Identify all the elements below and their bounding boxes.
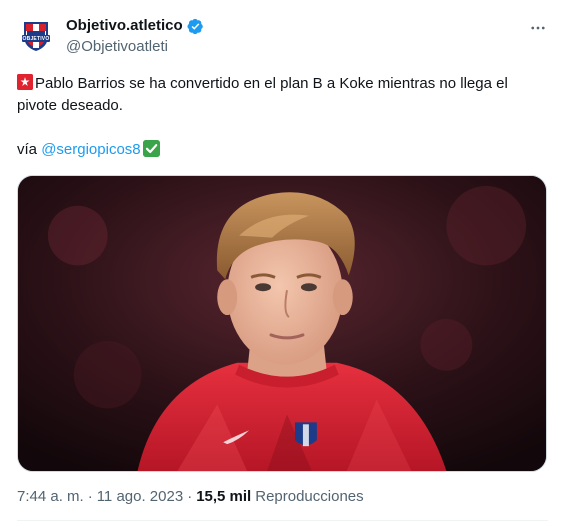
more-options-button[interactable]	[528, 18, 548, 38]
via-prefix: vía	[17, 141, 42, 158]
tweet-card[interactable]: OBJETIVO Objetivo.atletico @Objetivoatle…	[0, 0, 565, 524]
bottom-divider	[17, 520, 548, 521]
check-mark-emoji-icon	[142, 140, 160, 157]
views-label: Reproducciones	[255, 488, 364, 505]
tweet-text: Pablo Barrios se ha convertido en el pla…	[17, 73, 549, 161]
tweet-paragraph-via: vía @sergiopicos8	[17, 139, 549, 161]
meta-separator: ·	[87, 488, 93, 505]
verified-badge-icon[interactable]	[187, 18, 204, 35]
tweet-paragraph-main: Pablo Barrios se ha convertido en el pla…	[17, 73, 549, 117]
author-avatar[interactable]: OBJETIVO	[16, 14, 56, 54]
red-flag-emoji-icon	[17, 74, 33, 90]
more-options-icon	[531, 26, 545, 30]
author-handle[interactable]: @Objetivoatleti	[66, 37, 168, 57]
player-photo-image	[18, 176, 546, 471]
tweet-main-text: Pablo Barrios se ha convertido en el pla…	[17, 75, 508, 114]
tweet-time[interactable]: 7:44 a. m.	[17, 487, 84, 507]
mention-link[interactable]: @sergiopicos8	[41, 141, 140, 158]
tweet-date[interactable]: 11 ago. 2023	[97, 487, 183, 507]
meta-separator-2: ·	[187, 488, 193, 505]
avatar-crest-icon	[16, 14, 56, 54]
author-display-name[interactable]: Objetivo.atletico	[66, 16, 183, 36]
views-count: 15,5 mil	[196, 488, 252, 505]
tweet-meta: 7:44 a. m. · 11 ago. 2023 · 15,5 mil Rep…	[17, 487, 364, 507]
avatar-wordmark: OBJETIVO	[22, 36, 50, 42]
author-name-row[interactable]: Objetivo.atletico	[66, 16, 204, 36]
tweet-media-photo[interactable]	[17, 175, 547, 472]
